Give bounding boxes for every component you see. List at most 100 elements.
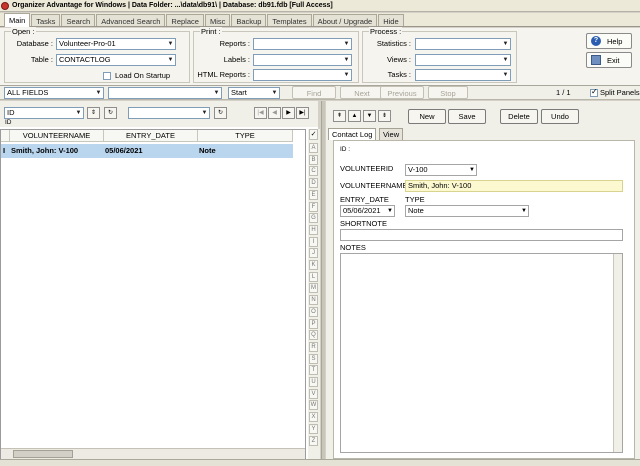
search-field-select[interactable]: ALL FIELDS ▼: [4, 87, 104, 99]
alpha-filter-m[interactable]: M: [309, 283, 318, 294]
filter-select[interactable]: ▼: [128, 107, 210, 119]
reports-select[interactable]: ▼: [253, 38, 352, 50]
new-button[interactable]: New: [408, 109, 446, 124]
last-icon: ▶|: [299, 110, 306, 116]
column-header-entry-date[interactable]: ENTRY_DATE: [104, 130, 198, 142]
last-record-button[interactable]: ▶|: [296, 107, 309, 119]
subtab-view[interactable]: View: [379, 128, 404, 140]
column-header-volunteername[interactable]: VOLUNTEERNAME: [10, 130, 104, 142]
exit-door-icon: [591, 55, 601, 65]
refresh-sort-button[interactable]: ↻: [104, 107, 117, 119]
alpha-filter-u[interactable]: U: [309, 377, 318, 387]
entry-date-picker[interactable]: 05/06/2021 ▼: [340, 205, 395, 217]
down-button[interactable]: ▼: [363, 110, 376, 122]
alpha-filter-l[interactable]: L: [309, 271, 318, 282]
tab-hide[interactable]: Hide: [378, 14, 404, 26]
table-select[interactable]: CONTACTLOG ▼: [56, 54, 176, 66]
window-title-bar: Organizer Advantage for Windows | Data F…: [0, 0, 640, 12]
type-select[interactable]: Note ▼: [405, 205, 529, 217]
subtab-contact-log[interactable]: Contact Log: [328, 128, 377, 140]
find-button[interactable]: Find: [292, 86, 336, 99]
volunteerid-select[interactable]: V-100 ▼: [405, 164, 477, 176]
last-button[interactable]: ⇟: [378, 110, 391, 122]
sort-order-button[interactable]: ⇕: [87, 107, 100, 119]
alpha-filter-o[interactable]: O: [309, 306, 318, 317]
column-header-type[interactable]: TYPE: [198, 130, 293, 142]
alpha-filter-y[interactable]: Y: [309, 423, 318, 434]
alpha-filter-c[interactable]: C: [309, 166, 318, 177]
select-all-checkbox[interactable]: ✓: [309, 129, 318, 140]
alpha-filter-r[interactable]: R: [309, 341, 318, 352]
alpha-filter-a[interactable]: A: [309, 143, 318, 153]
alpha-filter-h[interactable]: H: [309, 224, 318, 235]
tab-advanced-search[interactable]: Advanced Search: [96, 14, 166, 26]
statistics-select[interactable]: ▼: [415, 38, 511, 50]
alpha-filter-d[interactable]: D: [309, 178, 318, 189]
tab-replace[interactable]: Replace: [166, 14, 204, 26]
alpha-filter-g[interactable]: G: [309, 213, 318, 224]
tab-main[interactable]: Main: [4, 13, 31, 27]
alpha-filter-f[interactable]: F: [309, 201, 318, 212]
alpha-filter-q[interactable]: Q: [309, 330, 318, 341]
alpha-filter-s[interactable]: S: [309, 353, 318, 364]
views-label: Views :: [386, 55, 411, 64]
tab-search[interactable]: Search: [61, 14, 96, 26]
first-record-button[interactable]: |◀: [254, 107, 267, 119]
sort-field-select[interactable]: ID ▼: [4, 107, 84, 119]
records-grid: VOLUNTEERNAME ENTRY_DATE TYPE I Smith, J…: [0, 129, 306, 460]
alpha-filter-n[interactable]: N: [309, 295, 318, 306]
load-on-startup-checkbox[interactable]: [103, 72, 111, 80]
alpha-filter-k[interactable]: K: [309, 260, 318, 270]
database-select[interactable]: Volunteer-Pro-01 ▼: [56, 38, 176, 50]
notes-scrollbar[interactable]: [613, 254, 622, 452]
alpha-filter-b[interactable]: B: [309, 154, 318, 165]
undo-button[interactable]: Undo: [541, 109, 579, 124]
tab-templates[interactable]: Templates: [267, 14, 312, 26]
up-button[interactable]: ▲: [348, 110, 361, 122]
search-mode-select[interactable]: Start ▼: [228, 87, 280, 99]
alpha-filter-z[interactable]: Z: [309, 435, 318, 446]
next-record-button[interactable]: ▶: [282, 107, 295, 119]
alpha-filter-j[interactable]: J: [309, 248, 318, 259]
alpha-filter-w[interactable]: W: [309, 400, 318, 411]
type-label: TYPE: [405, 195, 425, 204]
shortnote-field[interactable]: [340, 229, 623, 241]
horizontal-scrollbar[interactable]: [1, 448, 305, 459]
refresh-filter-button[interactable]: ↻: [214, 107, 227, 119]
help-button[interactable]: ? Help: [586, 33, 632, 49]
cell-type[interactable]: Note: [199, 144, 216, 158]
alpha-filter-i[interactable]: I: [309, 236, 318, 247]
tab-about-upgrade[interactable]: About / Upgrade: [312, 14, 378, 26]
table-row[interactable]: I Smith, John: V-100 05/06/2021 Note: [1, 144, 293, 158]
sort-arrows-icon: ⇕: [90, 110, 97, 116]
alpha-filter-x[interactable]: X: [309, 412, 318, 423]
stop-button[interactable]: Stop: [428, 86, 468, 99]
views-select[interactable]: ▼: [415, 54, 511, 66]
alpha-filter-p[interactable]: P: [309, 318, 318, 329]
volunteername-field[interactable]: Smith, John: V-100: [405, 180, 623, 192]
cell-entry-date[interactable]: 05/06/2021: [105, 144, 143, 158]
exit-button[interactable]: Exit: [586, 52, 632, 68]
scrollbar-thumb[interactable]: [13, 450, 73, 458]
split-panels-checkbox[interactable]: [590, 87, 598, 97]
html-reports-select[interactable]: ▼: [253, 69, 352, 81]
tasks-select[interactable]: ▼: [415, 69, 511, 81]
delete-button[interactable]: Delete: [500, 109, 538, 124]
prev-record-button[interactable]: ◀: [268, 107, 281, 119]
panel-splitter[interactable]: [321, 101, 325, 459]
labels-select[interactable]: ▼: [253, 54, 352, 66]
tab-misc[interactable]: Misc: [204, 14, 231, 26]
tab-backup[interactable]: Backup: [231, 14, 267, 26]
search-input[interactable]: ▼: [108, 87, 222, 99]
grid-corner: [1, 130, 10, 142]
previous-button[interactable]: Previous: [380, 86, 424, 99]
alpha-filter-v[interactable]: V: [309, 388, 318, 399]
cell-volunteername[interactable]: Smith, John: V-100: [11, 144, 78, 158]
next-button[interactable]: Next: [340, 86, 384, 99]
first-button[interactable]: ⇞: [333, 110, 346, 122]
alpha-filter-e[interactable]: E: [309, 189, 318, 200]
alpha-filter-t[interactable]: T: [309, 365, 318, 376]
tab-tasks[interactable]: Tasks: [31, 14, 61, 26]
notes-textarea[interactable]: [340, 253, 623, 453]
save-button[interactable]: Save: [448, 109, 486, 124]
